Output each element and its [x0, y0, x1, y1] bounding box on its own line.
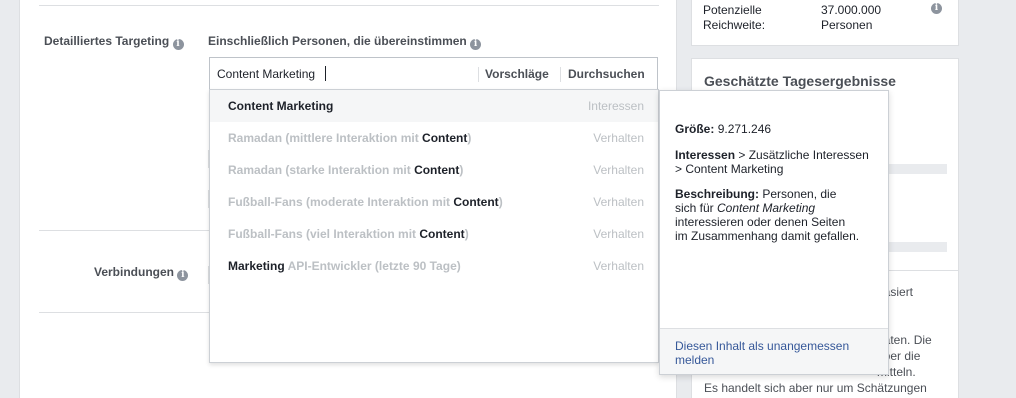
suggestion-type: Verhalten [593, 227, 644, 241]
suggestion-name: Ramadan (starke Interaktion mit Content) [228, 163, 464, 177]
detailed-targeting-search: Vorschläge Durchsuchen [209, 57, 658, 90]
tab-suggestions[interactable]: Vorschläge [485, 67, 549, 81]
suggestion-item[interactable]: Marketing API-Entwickler (letzte 90 Tage… [210, 250, 658, 282]
daily-text-fragment: Es handelt sich aber nur um Schätzungen [704, 381, 927, 395]
tab-browse[interactable]: Durchsuchen [568, 67, 645, 81]
suggestion-type: Interessen [587, 99, 644, 113]
suggestion-type: Verhalten [593, 259, 644, 273]
tooltip-description: Beschreibung: Personen, die sich für Con… [675, 187, 860, 243]
suggestion-name: Ramadan (mittlere Interaktion mit Conten… [228, 131, 472, 145]
suggestion-name: Content Marketing [228, 99, 334, 113]
potential-reach-card: Potenzielle Reichweite: 37.000.000 Perso… [691, 0, 959, 46]
suggestion-item[interactable]: Ramadan (starke Interaktion mit Content)… [210, 154, 658, 186]
suggestion-item[interactable]: Fußball-Fans (moderate Interaktion mit C… [210, 186, 658, 218]
info-icon[interactable]: i [177, 270, 189, 281]
reach-label-line1: Potenzielle [703, 3, 762, 17]
daily-results-heading: Geschätzte Tagesergebnisse [704, 73, 896, 89]
suggestion-detail-tooltip: Größe: 9.271.246 Interessen > Zusätzlich… [659, 90, 889, 375]
detailed-targeting-label: Detailliertes Targeting i [44, 34, 184, 50]
reach-value: 37.000.000 [821, 3, 882, 17]
report-content-link[interactable]: Diesen Inhalt als unangemessen melden [675, 339, 875, 367]
targeting-search-input[interactable] [217, 66, 467, 82]
info-icon[interactable]: i [931, 3, 942, 14]
suggestion-name: Fußball-Fans (moderate Interaktion mit C… [228, 195, 503, 209]
suggestion-type: Verhalten [593, 131, 644, 145]
connections-label: Verbindungen i [94, 265, 189, 281]
suggestion-item[interactable]: Fußball-Fans (viel Interaktion mit Conte… [210, 218, 658, 250]
divider [560, 67, 561, 82]
tooltip-footer: Diesen Inhalt als unangemessen melden [660, 328, 888, 374]
info-icon[interactable]: i [172, 39, 184, 50]
tooltip-path: Interessen > Zusätzliche Interessen > Co… [675, 148, 869, 176]
detailed-targeting-text: Detailliertes Targeting [44, 34, 170, 48]
reach-label-line2: Reichweite: [703, 18, 766, 32]
reach-unit: Personen [821, 18, 873, 32]
divider [478, 67, 479, 82]
suggestion-item[interactable]: Ramadan (mittlere Interaktion mit Conten… [210, 122, 658, 154]
tooltip-size: Größe: 9.271.246 [675, 122, 772, 136]
suggestion-type: Verhalten [593, 163, 644, 177]
info-icon[interactable]: i [470, 39, 482, 50]
include-people-text: Einschließlich Personen, die übereinstim… [208, 34, 467, 48]
suggestions-dropdown: Content Marketing Interessen Ramadan (mi… [209, 89, 659, 363]
suggestion-item[interactable]: Content Marketing Interessen [210, 90, 658, 122]
suggestion-type: Verhalten [593, 195, 644, 209]
connections-text: Verbindungen [94, 265, 175, 279]
text-caret [325, 66, 326, 81]
suggestion-name: Fußball-Fans (viel Interaktion mit Conte… [228, 227, 469, 241]
divider [39, 5, 659, 6]
suggestion-name: Marketing API-Entwickler (letzte 90 Tage… [228, 259, 461, 273]
include-people-label: Einschließlich Personen, die übereinstim… [208, 34, 482, 50]
